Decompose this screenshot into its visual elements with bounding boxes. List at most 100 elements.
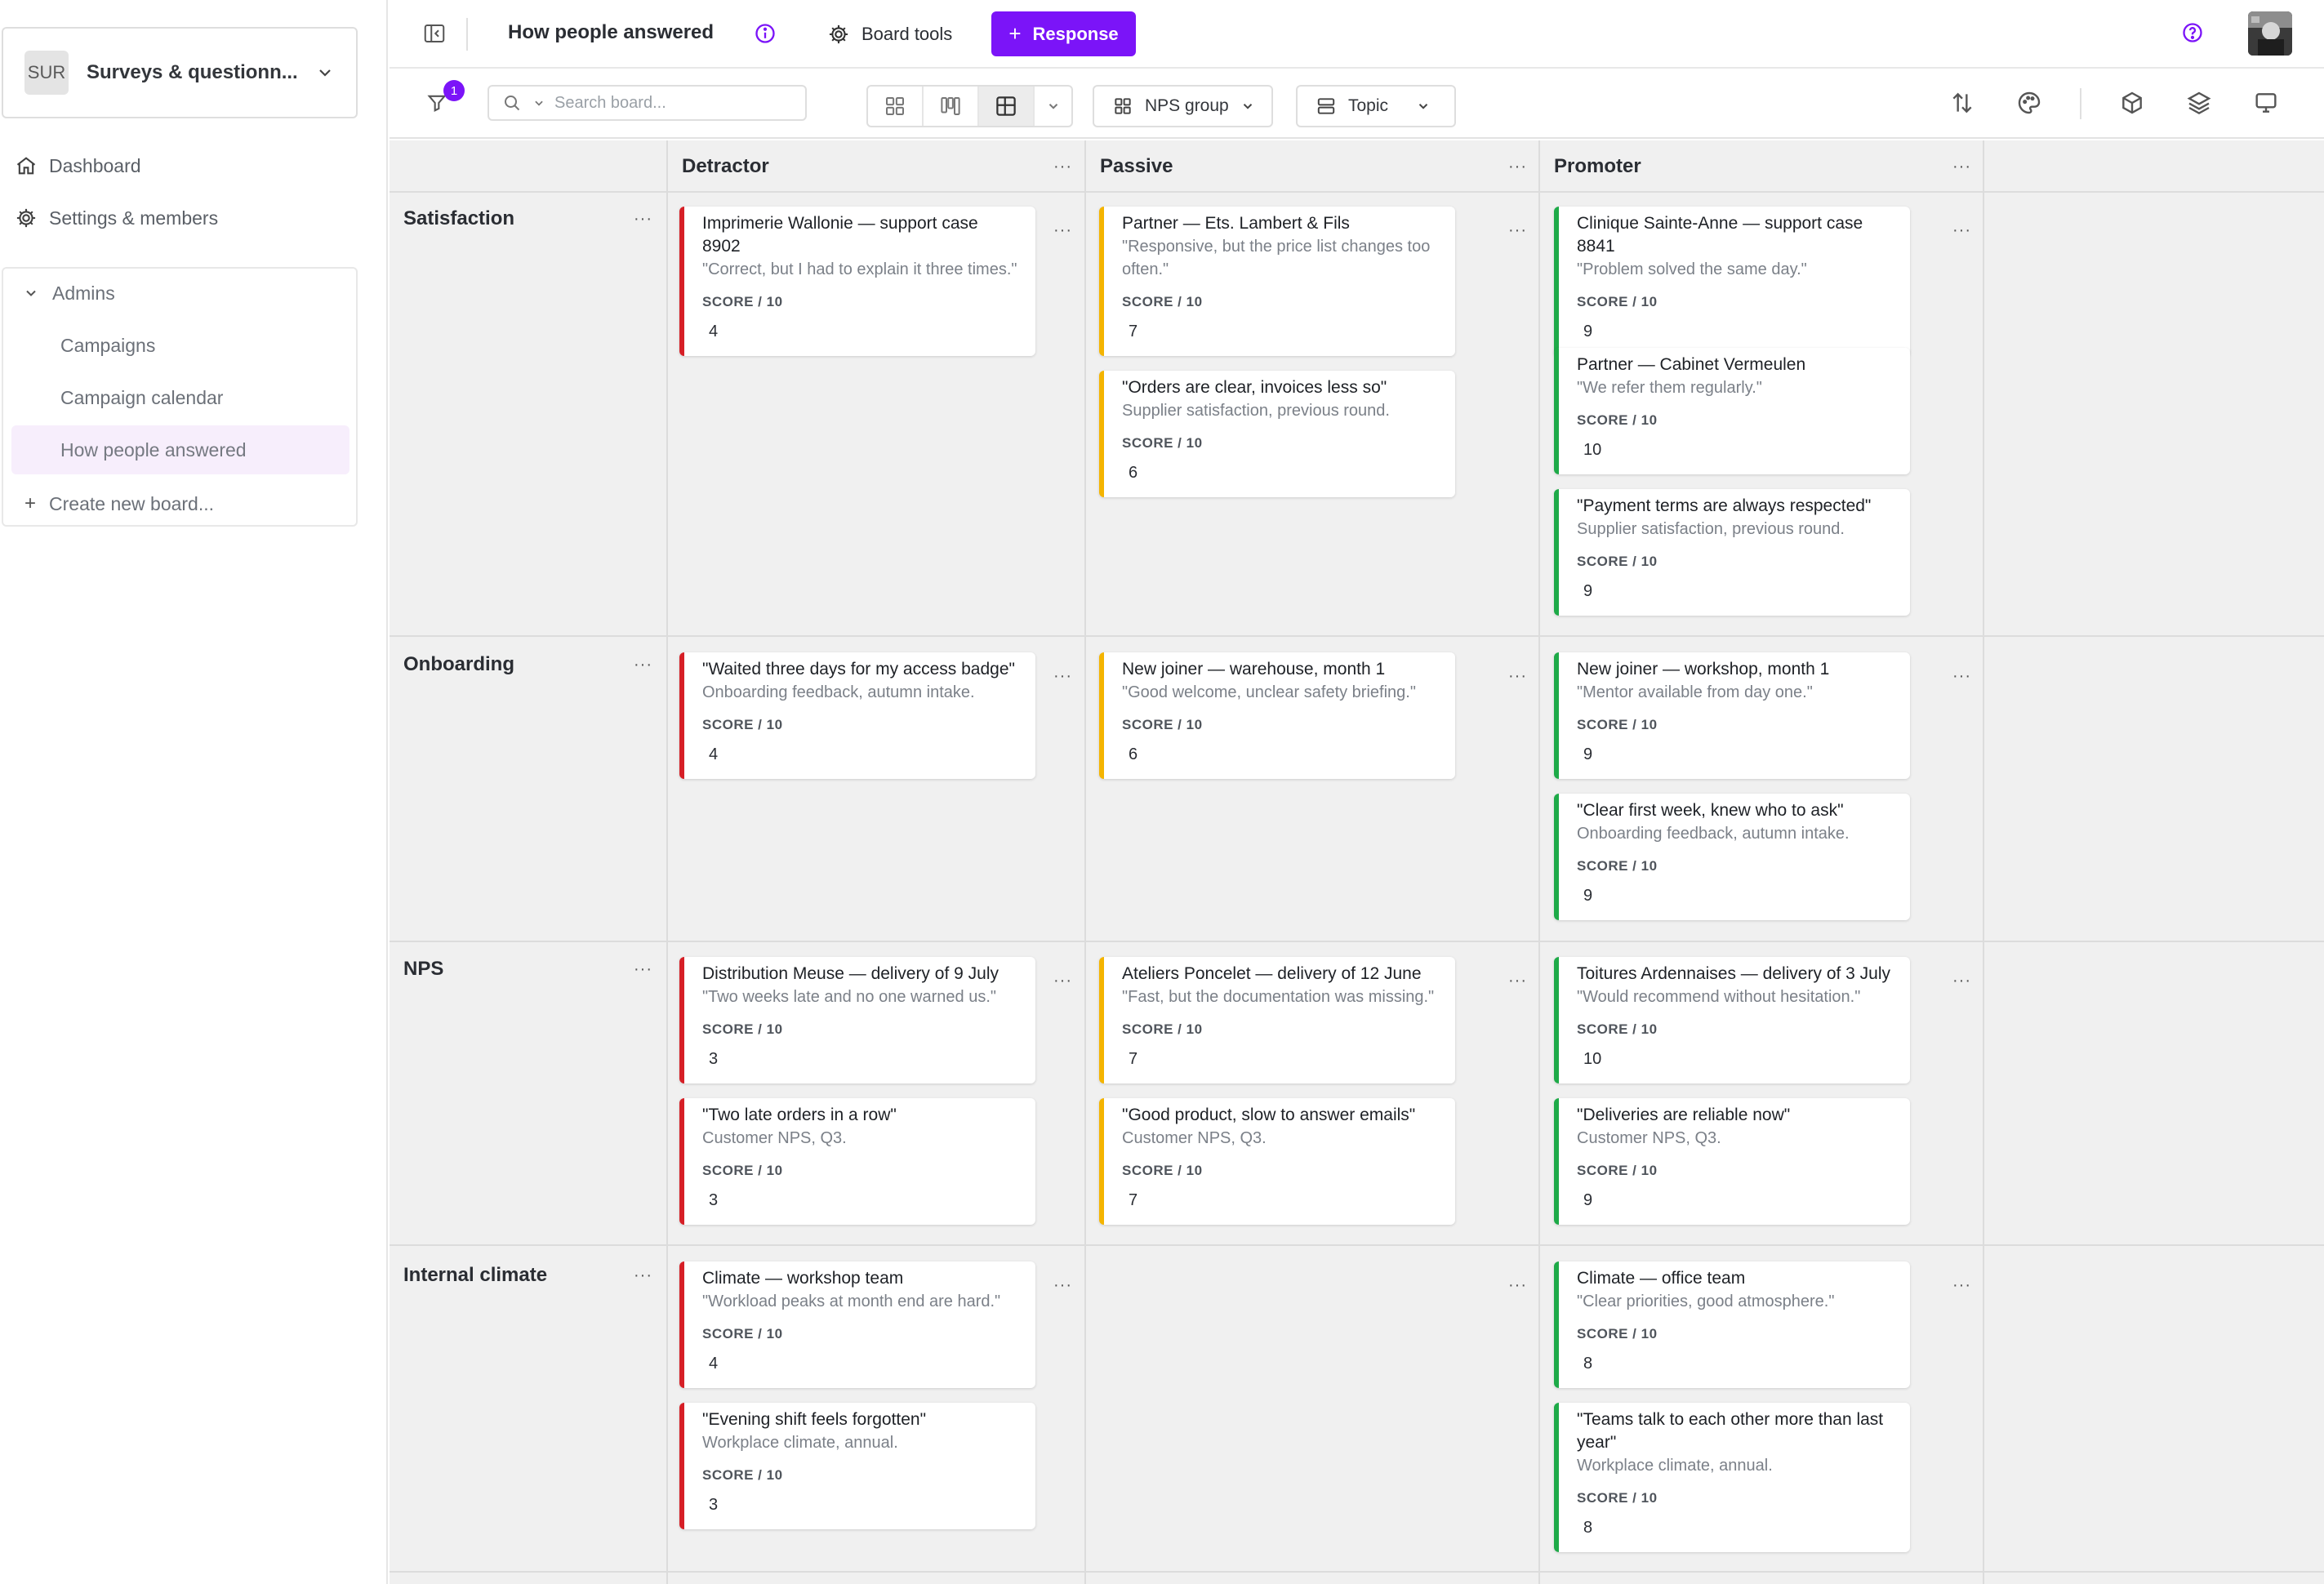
response-card[interactable]: "Clear first week, knew who to ask" Onbo… <box>1554 794 1910 920</box>
board-tools-button[interactable]: Board tools <box>827 16 952 52</box>
row-menu-button[interactable]: ··· <box>634 656 652 673</box>
sidebar-item-how-people-answered[interactable]: How people answered <box>11 425 349 474</box>
response-card[interactable]: Clinique Sainte-Anne — support case 8841… <box>1554 207 1910 356</box>
grid-view-button[interactable] <box>868 87 924 126</box>
grid-icon <box>1112 96 1133 117</box>
response-card[interactable]: "Teams talk to each other more than last… <box>1554 1403 1910 1552</box>
response-card[interactable]: Partner — Cabinet Vermeulen "We refer th… <box>1554 348 1910 474</box>
response-card[interactable]: "Deliveries are reliable now" Customer N… <box>1554 1098 1910 1225</box>
workspace-switcher[interactable]: SUR Surveys & questionn... <box>2 27 358 118</box>
cell-menu-button[interactable]: ··· <box>1053 972 1072 989</box>
table-view-button[interactable] <box>979 87 1035 126</box>
cell-menu-button[interactable]: ··· <box>1952 972 1971 989</box>
info-icon[interactable] <box>754 22 778 47</box>
cell-menu-button[interactable]: ··· <box>1508 222 1527 238</box>
divider <box>1538 140 1540 1584</box>
response-card[interactable]: "Good product, slow to answer emails" Cu… <box>1099 1098 1455 1225</box>
avatar[interactable] <box>2248 11 2292 56</box>
column-header-promoter[interactable]: Promoter <box>1540 140 1983 193</box>
card-title: New joiner — workshop, month 1 <box>1577 660 1830 679</box>
column-title: Promoter <box>1554 155 1641 177</box>
card-title: "Two late orders in a row" <box>702 1106 897 1124</box>
row-header-satisfaction[interactable]: Satisfaction <box>403 207 514 230</box>
top-bar: How people answered Board tools + Respon… <box>390 0 2324 69</box>
row-menu-button[interactable]: ··· <box>634 1267 652 1284</box>
chevron-down-icon <box>23 285 39 301</box>
cell-menu-button[interactable]: ··· <box>1508 1277 1527 1293</box>
response-card[interactable]: "Two late orders in a row" Customer NPS,… <box>679 1098 1035 1225</box>
cell-menu-button[interactable]: ··· <box>1053 222 1072 238</box>
chevron-down-icon <box>315 63 335 82</box>
collapse-sidebar-icon[interactable] <box>422 21 447 46</box>
card-subtitle: Customer NPS, Q3. <box>1122 1129 1267 1147</box>
response-card[interactable]: "Orders are clear, invoices less so" Sup… <box>1099 371 1455 497</box>
column-header-passive[interactable]: Passive <box>1086 140 1538 193</box>
cell-menu-button[interactable]: ··· <box>1508 668 1527 684</box>
response-card[interactable]: New joiner — warehouse, month 1 "Good we… <box>1099 652 1455 779</box>
score-value: 3 <box>709 1191 719 1209</box>
card-title: "Deliveries are reliable now" <box>1577 1106 1791 1124</box>
row-header-nps[interactable]: NPS <box>403 958 443 981</box>
score-label: SCORE / 10 <box>1577 1490 1658 1506</box>
group-by-select[interactable]: NPS group <box>1093 85 1273 127</box>
score-value: 8 <box>1583 1519 1593 1537</box>
card-title: "Teams talk to each other more than last… <box>1577 1410 1884 1452</box>
row-menu-button[interactable]: ··· <box>634 211 652 227</box>
row-header-onboarding[interactable]: Onboarding <box>403 653 514 676</box>
response-card[interactable]: Toitures Ardennaises — delivery of 3 Jul… <box>1554 957 1910 1083</box>
row-header-internal-climate[interactable]: Internal climate <box>403 1264 547 1287</box>
response-card[interactable]: Ateliers Poncelet — delivery of 12 June … <box>1099 957 1455 1083</box>
score-label: SCORE / 10 <box>702 1326 783 1342</box>
score-label: SCORE / 10 <box>1577 554 1658 569</box>
cell-menu-button[interactable]: ··· <box>1952 668 1971 684</box>
present-icon[interactable] <box>2253 90 2279 116</box>
row-menu-button[interactable]: ··· <box>634 961 652 977</box>
column-menu-button[interactable]: ··· <box>1053 158 1072 175</box>
card-subtitle: Workplace climate, annual. <box>702 1434 898 1452</box>
card-subtitle: Customer NPS, Q3. <box>1577 1129 1721 1147</box>
card-subtitle: "Correct, but I had to explain it three … <box>702 260 1017 278</box>
column-menu-button[interactable]: ··· <box>1508 158 1527 175</box>
help-icon[interactable] <box>2181 21 2206 46</box>
response-card[interactable]: Partner — Ets. Lambert & Fils "Responsiv… <box>1099 207 1455 356</box>
sidebar-item-campaign-calendar[interactable]: Campaign calendar <box>11 373 349 422</box>
score-value: 4 <box>709 1355 719 1373</box>
column-header-detractor[interactable]: Detractor <box>668 140 1084 193</box>
kanban-view-button[interactable] <box>924 87 979 126</box>
column-menu-button[interactable]: ··· <box>1952 158 1971 175</box>
sidebar-item-campaigns[interactable]: Campaigns <box>11 321 349 370</box>
cell-menu-button[interactable]: ··· <box>1952 222 1971 238</box>
score-value: 8 <box>1583 1355 1593 1373</box>
card-subtitle: Supplier satisfaction, previous round. <box>1122 402 1390 420</box>
card-title: "Good product, slow to answer emails" <box>1122 1106 1416 1124</box>
rows-by-select[interactable]: Topic <box>1296 85 1456 127</box>
sort-icon[interactable] <box>1949 90 1975 116</box>
add-response-button[interactable]: + Response <box>991 11 1136 56</box>
cell-menu-button[interactable]: ··· <box>1952 1277 1971 1293</box>
column-title: Passive <box>1100 155 1173 177</box>
response-card[interactable]: Climate — workshop team "Workload peaks … <box>679 1261 1035 1388</box>
response-card[interactable]: "Waited three days for my access badge" … <box>679 652 1035 779</box>
cell-menu-button[interactable]: ··· <box>1508 972 1527 989</box>
response-card[interactable]: Imprimerie Wallonie — support case 8902 … <box>679 207 1035 356</box>
response-card[interactable]: Distribution Meuse — delivery of 9 July … <box>679 957 1035 1083</box>
kanban-icon <box>938 94 963 118</box>
view-options-dropdown[interactable] <box>1035 87 1071 126</box>
response-card[interactable]: "Payment terms are always respected" Sup… <box>1554 489 1910 616</box>
score-value: 9 <box>1583 1191 1593 1209</box>
response-card[interactable]: New joiner — workshop, month 1 "Mentor a… <box>1554 652 1910 779</box>
cell-menu-button[interactable]: ··· <box>1053 1277 1072 1293</box>
sidebar-item-settings[interactable]: Settings & members <box>0 196 359 240</box>
card-subtitle: Supplier satisfaction, previous round. <box>1577 520 1845 538</box>
layers-icon[interactable] <box>2186 90 2212 116</box>
response-card[interactable]: Climate — office team "Clear priorities,… <box>1554 1261 1910 1388</box>
cube-icon[interactable] <box>2119 90 2145 116</box>
sidebar-item-dashboard[interactable]: Dashboard <box>0 144 359 188</box>
sidebar-section-admins[interactable]: Admins <box>3 269 341 318</box>
response-card[interactable]: "Evening shift feels forgotten" Workplac… <box>679 1403 1035 1529</box>
cell-menu-button[interactable]: ··· <box>1053 668 1072 684</box>
color-palette-icon[interactable] <box>2016 90 2042 116</box>
create-board-button[interactable]: + Create new board... <box>3 479 341 528</box>
search-input[interactable]: Search board... <box>488 85 807 121</box>
card-title: Ateliers Poncelet — delivery of 12 June <box>1122 964 1422 983</box>
